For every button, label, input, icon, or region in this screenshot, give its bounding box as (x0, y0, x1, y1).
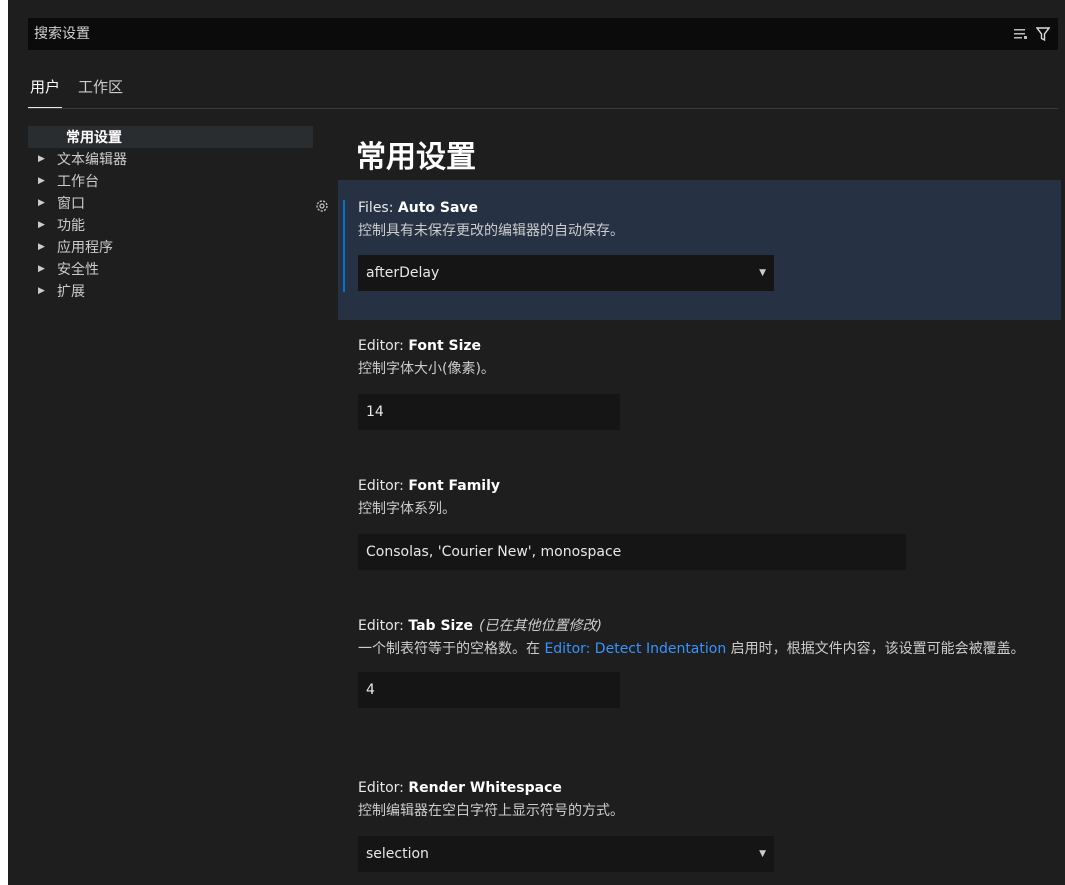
toc-item-label: 窗口 (57, 196, 85, 212)
font-size-input[interactable] (358, 394, 620, 430)
setting-editor-tab-size: Editor: Tab Size (已在其他位置修改) 一个制表符等于的空格数。在… (338, 616, 1061, 708)
toc-item-commonly-used[interactable]: 常用设置 (28, 126, 313, 148)
toc-item-label: 功能 (57, 218, 85, 234)
scope-tabs: 用户 工作区 (28, 76, 1058, 109)
toc-item-label: 安全性 (57, 262, 99, 278)
setting-name: Font Size (408, 338, 482, 354)
setting-name: Render Whitespace (408, 780, 562, 796)
setting-title: Files: Auto Save (358, 180, 1061, 218)
setting-name: Font Family (408, 478, 501, 494)
setting-description: 控制字体系列。 (358, 501, 456, 517)
select-value: afterDelay (366, 265, 440, 281)
setting-name: Auto Save (397, 200, 479, 216)
expand-arrow-icon: ▶ (38, 220, 45, 230)
toc-item-label: 扩展 (57, 284, 85, 300)
setting-editor-font-family: Editor: Font Family 控制字体系列。 (338, 476, 1061, 570)
setting-description: 控制编辑器在空白字符上显示符号的方式。 (358, 803, 624, 819)
triangle-down-icon: ▼ (759, 268, 766, 278)
tab-user[interactable]: 用户 (28, 76, 63, 108)
expand-arrow-icon: ▶ (38, 264, 45, 274)
tab-workspace[interactable]: 工作区 (76, 76, 125, 107)
setting-category: Editor: (358, 338, 409, 354)
toc-item-features[interactable]: ▶ 功能 (28, 214, 313, 236)
description-text: 一个制表符等于的空格数。在 (358, 641, 545, 657)
settings-toc: 常用设置 ▶ 文本编辑器 ▶ 工作台 ▶ 窗口 ▶ 功能 ▶ 应用程序 ▶ 安全… (28, 126, 313, 302)
expand-arrow-icon: ▶ (38, 242, 45, 252)
focus-indicator (343, 200, 345, 292)
setting-category: Editor: (358, 618, 409, 634)
tab-size-input[interactable] (358, 672, 620, 708)
toc-item-label: 文本编辑器 (57, 152, 127, 168)
expand-arrow-icon: ▶ (38, 286, 45, 296)
toc-item-label: 应用程序 (57, 240, 113, 256)
setting-description: 一个制表符等于的空格数。在 Editor: Detect Indentation… (358, 638, 1048, 660)
render-whitespace-select[interactable]: selection ▼ (358, 836, 774, 872)
search-bar (28, 18, 1058, 50)
toc-item-label: 常用设置 (66, 130, 122, 146)
detect-indentation-link[interactable]: Editor: Detect Indentation (544, 641, 726, 657)
setting-title: Editor: Tab Size (已在其他位置修改) (358, 616, 1061, 636)
toc-item-application[interactable]: ▶ 应用程序 (28, 236, 313, 258)
setting-name: Tab Size (408, 618, 473, 634)
select-value: selection (366, 846, 429, 862)
settings-editor: 用户 工作区 常用设置 ▶ 文本编辑器 ▶ 工作台 ▶ 窗口 ▶ 功能 ▶ 应用… (8, 0, 1065, 885)
toc-item-workbench[interactable]: ▶ 工作台 (28, 170, 313, 192)
toc-item-window[interactable]: ▶ 窗口 (28, 192, 313, 214)
setting-editor-render-whitespace: Editor: Render Whitespace 控制编辑器在空白字符上显示符… (338, 778, 1061, 872)
description-text: 启用时，根据文件内容，该设置可能会被覆盖。 (726, 641, 1025, 657)
auto-save-select[interactable]: afterDelay ▼ (358, 255, 774, 291)
setting-category: Editor: (358, 478, 409, 494)
toc-item-text-editor[interactable]: ▶ 文本编辑器 (28, 148, 313, 170)
setting-editor-font-size: Editor: Font Size 控制字体大小(像素)。 (338, 336, 1061, 430)
toc-item-extensions[interactable]: ▶ 扩展 (28, 280, 313, 302)
font-family-input[interactable] (358, 534, 906, 570)
setting-title: Editor: Render Whitespace (358, 778, 1061, 798)
filter-icon[interactable] (1034, 25, 1052, 43)
setting-title: Editor: Font Size (358, 336, 1061, 356)
toc-item-label: 工作台 (57, 174, 99, 190)
setting-category: Files: (358, 200, 398, 216)
expand-arrow-icon: ▶ (38, 154, 45, 164)
expand-arrow-icon: ▶ (38, 176, 45, 186)
list-filter-icon[interactable] (1012, 25, 1030, 43)
modified-elsewhere-indicator[interactable]: (已在其他位置修改) (479, 618, 602, 634)
triangle-down-icon: ▼ (759, 849, 766, 859)
toc-item-security[interactable]: ▶ 安全性 (28, 258, 313, 280)
search-tools (1012, 25, 1058, 43)
setting-description: 控制字体大小(像素)。 (358, 361, 495, 377)
gear-icon[interactable] (314, 198, 330, 214)
search-input[interactable] (28, 18, 1012, 50)
setting-files-auto-save[interactable]: Files: Auto Save 控制具有未保存更改的编辑器的自动保存。 aft… (316, 180, 1061, 320)
expand-arrow-icon: ▶ (38, 198, 45, 208)
setting-description: 控制具有未保存更改的编辑器的自动保存。 (358, 223, 624, 239)
section-title: 常用设置 (356, 140, 476, 175)
setting-category: Editor: (358, 780, 409, 796)
setting-title: Editor: Font Family (358, 476, 1061, 496)
